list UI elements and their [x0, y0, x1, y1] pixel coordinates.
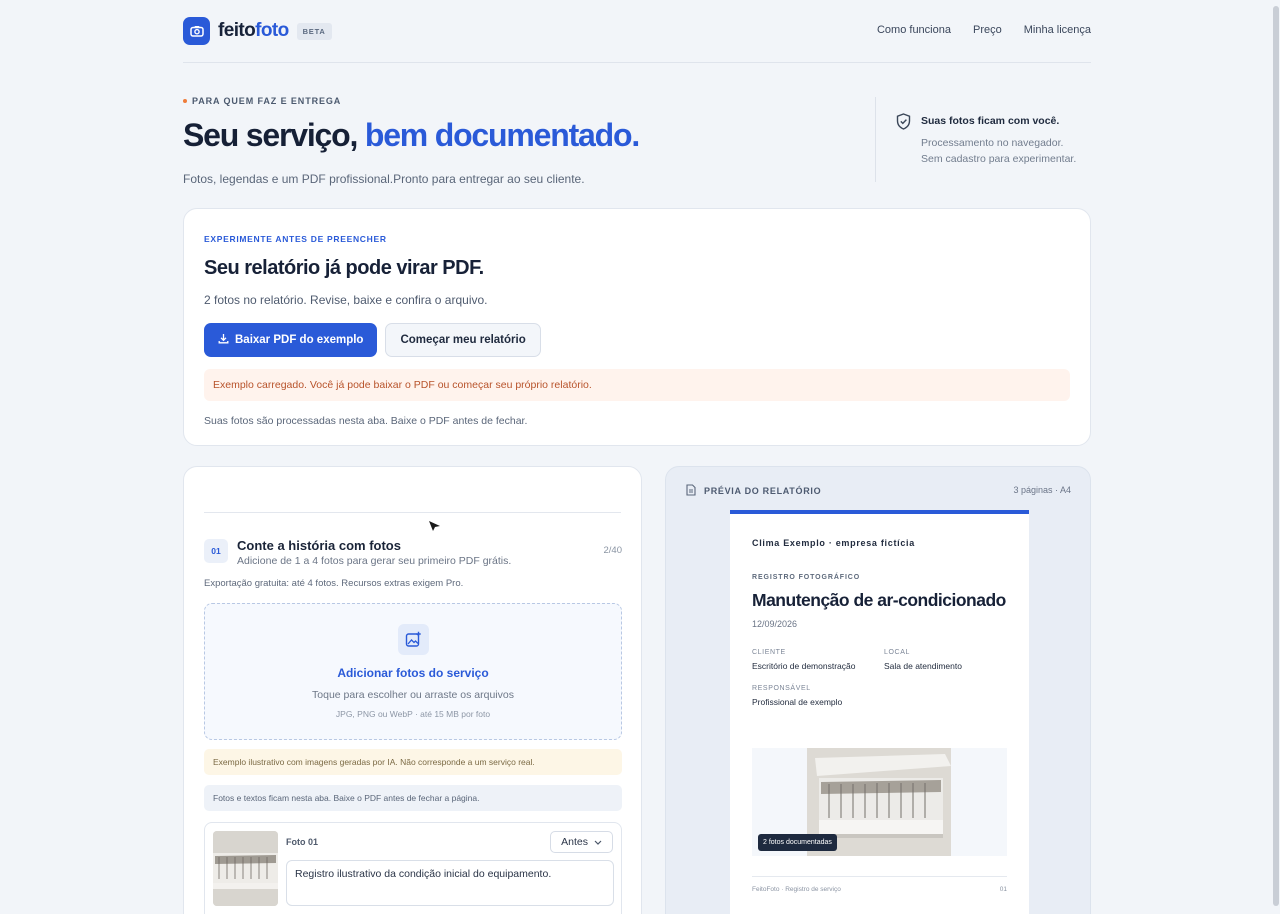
preview-photo-area: 2 fotos documentadas — [752, 748, 1007, 856]
editor-card: 01 Conte a história com fotos Adicione d… — [183, 466, 642, 914]
start-report-button[interactable]: Começar meu relatório — [385, 323, 541, 357]
ai-example-warning: Exemplo ilustrativo com imagens geradas … — [204, 749, 622, 775]
company-name: Clima Exemplo · empresa fictícia — [752, 538, 915, 548]
processing-note: Suas fotos são processadas nesta aba. Ba… — [204, 415, 528, 427]
report-meta: CLIENTE Escritório de demonstração LOCAL S… — [752, 649, 1007, 707]
tab-storage-info: Fotos e textos ficam nesta aba. Baixe o … — [204, 785, 622, 811]
nav-preco[interactable]: Preço — [973, 24, 1002, 36]
hero-subtitle: Fotos, legendas e um PDF profissional.Pr… — [183, 172, 585, 186]
example-title: Seu relatório já pode virar PDF. — [204, 257, 484, 279]
dropzone-title: Adicionar fotos do serviço — [337, 666, 489, 680]
example-loaded-alert: Exemplo carregado. Você já pode baixar o… — [204, 369, 1070, 401]
beta-badge: BETA — [296, 22, 332, 40]
preview-header: PRÉVIA DO RELATÓRIO — [686, 484, 821, 498]
report-type: REGISTRO FOTOGRÁFICO — [752, 574, 861, 581]
brand-name: feitofoto — [218, 20, 289, 41]
document-icon — [686, 484, 696, 498]
photo-thumbnail[interactable] — [213, 831, 278, 906]
step-description: Adicione de 1 a 4 fotos para gerar seu p… — [237, 555, 512, 567]
step-title: Conte a história com fotos — [237, 538, 401, 553]
privacy-note: Suas fotos ficam com você. Processamento… — [875, 97, 1091, 182]
example-subtitle: 2 fotos no relatório. Revise, baixe e co… — [204, 293, 488, 307]
dropzone-subtitle: Toque para escolher ou arraste os arquiv… — [312, 689, 514, 701]
local-field: LOCAL Sala de atendimento — [884, 649, 962, 671]
responsible-field: RESPONSÁVEL Profissional de exemplo — [752, 685, 843, 707]
camera-icon — [183, 17, 210, 45]
photos-count-badge: 2 fotos documentadas — [758, 834, 837, 851]
privacy-text: Processamento no navegador. Sem cadastro … — [921, 137, 1077, 165]
nav-como-funciona[interactable]: Como funciona — [877, 24, 951, 36]
scrollbar[interactable] — [1272, 0, 1280, 914]
preview-pages: 3 páginas · A4 — [1013, 485, 1071, 495]
top-bar: feitofoto BETA Como funciona Preço Minha… — [183, 0, 1091, 63]
chevron-down-icon — [594, 836, 602, 848]
photo-dropzone[interactable]: Adicionar fotos do serviço Toque para es… — [204, 603, 622, 740]
mouse-cursor-icon — [428, 519, 442, 537]
client-field: CLIENTE Escritório de demonstração — [752, 649, 856, 671]
logo[interactable]: feitofoto BETA — [183, 17, 332, 45]
hero-title: Seu serviço, bem documentado. — [183, 117, 640, 153]
nav-minha-licenca[interactable]: Minha licença — [1024, 24, 1091, 36]
privacy-title: Suas fotos ficam com você. — [921, 115, 1060, 127]
scrollbar-thumb[interactable] — [1273, 6, 1279, 906]
export-note: Exportação gratuita: até 4 fotos. Recurs… — [204, 578, 464, 589]
pdf-footer: FeitoFoto · Registro de serviço 01 — [752, 876, 1007, 893]
report-date: 12/09/2026 — [752, 619, 798, 629]
download-example-button[interactable]: Baixar PDF do exemplo — [204, 323, 378, 357]
main-nav: Como funciona Preço Minha licença — [877, 24, 1091, 36]
caption-textarea[interactable]: Registro ilustrativo da condição inicial… — [286, 860, 614, 906]
photo-label: Foto 01 — [286, 837, 319, 847]
dropzone-formats: JPG, PNG ou WebP · até 15 MB por foto — [335, 709, 491, 719]
photo-count: 2/40 — [603, 545, 623, 556]
page-container: feitofoto BETA Como funciona Preço Minha… — [183, 0, 1091, 914]
stage-select[interactable]: Antes — [550, 831, 613, 853]
download-icon — [218, 333, 229, 347]
example-eyebrow: EXPERIMENTE ANTES DE PREENCHER — [204, 234, 387, 244]
preview-card: PRÉVIA DO RELATÓRIO 3 páginas · A4 Clima… — [665, 466, 1091, 914]
add-image-icon — [397, 624, 429, 655]
pdf-page-preview: Clima Exemplo · empresa fictícia REGISTR… — [730, 510, 1029, 914]
dot-icon — [183, 99, 187, 103]
example-actions: Baixar PDF do exemplo Começar meu relató… — [204, 323, 1070, 357]
report-title: Manutenção de ar-condicionado — [752, 590, 1006, 610]
photo-item: Foto 01 Antes Registro ilustrativo da co… — [204, 822, 622, 914]
shield-check-icon — [896, 113, 911, 135]
hero-eyebrow: PARA QUEM FAZ E ENTREGA — [183, 96, 863, 106]
step-number: 01 — [204, 539, 228, 563]
hero: PARA QUEM FAZ E ENTREGA Seu serviço, bem… — [183, 96, 863, 186]
example-card: EXPERIMENTE ANTES DE PREENCHER Seu relat… — [183, 208, 1091, 446]
divider — [204, 512, 621, 513]
